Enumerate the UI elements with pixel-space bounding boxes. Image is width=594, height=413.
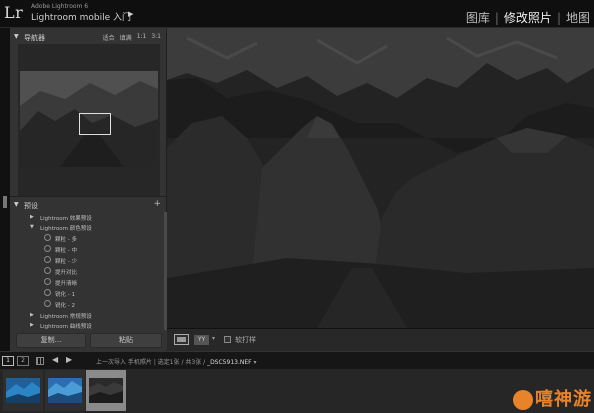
chevron-down-icon[interactable]: ▾ [212,335,215,342]
panel-divider [10,196,167,197]
expand-triangle-icon[interactable]: ▶ [30,312,34,318]
before-after-icon[interactable]: YY [194,335,209,345]
thumbnail-image [48,378,82,403]
module-map[interactable]: 地图 [566,9,590,26]
next-arrow-icon[interactable]: ▶ [66,355,72,364]
left-panel-edge[interactable] [0,28,10,351]
navigator-photo[interactable] [20,71,158,167]
copy-button[interactable]: 复制... [16,333,86,348]
collapse-triangle-icon[interactable]: ▼ [14,33,19,40]
top-bar: Lr Adobe Lightroom 6 Lightroom mobile 入门… [0,0,594,28]
play-icon[interactable]: ▶ [128,10,133,18]
left-panel: ▼ 导航器 适合 填满 1:1 3:1 ▼ 预设 + ▶ Lightroom 效… [10,28,167,351]
identity-plate[interactable]: Lightroom mobile 入门 [31,10,131,23]
preset-icon [44,267,51,274]
lightroom-logo: Lr [4,3,24,22]
filmstrip: 嘻神游 [0,369,594,413]
filmstrip-thumbnail[interactable] [45,370,85,411]
preset-label: 提升清晰 [55,281,78,287]
navigator-title: 导航器 [24,34,45,42]
watermark: 嘻神游 [513,385,592,411]
develop-toolbar: YY ▾ 软打样 [167,328,594,351]
preset-folder-label: Lightroom 常规预设 [40,314,92,320]
preset-icon [44,278,51,285]
chevron-down-icon[interactable]: ▾ [252,359,257,366]
grid-view-icon[interactable] [36,357,44,365]
main-photo[interactable] [167,28,594,328]
preset-icon [44,245,51,252]
collapse-triangle-icon[interactable]: ▼ [30,224,34,230]
presets-title: 预设 [24,202,38,210]
preset-icon [44,234,51,241]
watermark-logo-icon [513,390,533,410]
preset-icon [44,256,51,263]
zoom-fit[interactable]: 适合 [103,33,115,42]
preset-label: 提升对比 [55,270,78,276]
product-version: Adobe Lightroom 6 [31,3,89,10]
source-path-text: 上一次导入 手机照片 | 选定1张 / 共3张 / [96,359,208,366]
module-picker: 图库 | 修改照片 | 地图 [466,9,590,26]
preset-label: 锐化 - 2 [55,303,75,309]
preset-icon [44,300,51,307]
zoom-1-1[interactable]: 1:1 [137,33,147,42]
preset-folder-label: Lightroom 颜色预设 [40,226,92,232]
filmstrip-thumbnail[interactable] [3,370,43,411]
primary-display-button[interactable]: 1 [2,356,14,366]
softproof-checkbox[interactable] [224,336,231,343]
module-library[interactable]: 图库 [466,9,490,26]
thumbnail-image [6,378,40,403]
collapse-triangle-icon[interactable]: ▼ [14,201,19,208]
preset-folder-label: Lightroom 曲线预设 [40,324,92,330]
module-develop[interactable]: 修改照片 [504,9,552,26]
watermark-text: 嘻神游 [535,389,592,410]
module-separator: | [556,10,561,25]
prev-arrow-icon[interactable]: ◀ [52,355,58,364]
preset-folder-label: Lightroom 效果预设 [40,216,92,222]
preset-label: 颗粒 - 中 [55,248,77,254]
zoom-levels: 适合 填满 1:1 3:1 [103,33,161,42]
paste-button[interactable]: 粘贴 [90,333,162,348]
add-preset-icon[interactable]: + [153,199,161,209]
filmstrip-thumbnail-selected[interactable] [86,370,126,411]
thumbnail-image [89,378,123,403]
preset-label: 颗粒 - 多 [55,237,77,243]
expand-triangle-icon[interactable]: ▶ [30,214,34,220]
zoom-3-1[interactable]: 3:1 [151,33,161,42]
preset-icon [44,289,51,296]
filmstrip-source-path[interactable]: 上一次导入 手机照片 | 选定1张 / 共3张 / _DSC5913.NEF ▾ [96,357,257,366]
copy-paste-bar: 复制... 粘贴 [10,330,167,350]
preset-label: 颗粒 - 少 [55,259,77,265]
current-filename: _DSC5913.NEF [207,359,252,366]
zoom-fill[interactable]: 填满 [120,33,132,42]
navigator-preview[interactable] [18,44,160,196]
loupe-view-icon[interactable] [174,334,189,345]
main-photo-image [167,28,594,328]
expand-triangle-icon[interactable]: ▶ [30,322,34,328]
filmstrip-header: 1 2 ◀ ▶ 上一次导入 手机照片 | 选定1张 / 共3张 / _DSC59… [0,351,594,369]
navigator-header[interactable]: ▼ 导航器 适合 填满 1:1 3:1 [10,30,167,44]
panel-collapse-handle[interactable] [3,196,7,208]
secondary-display-button[interactable]: 2 [17,356,29,366]
preset-label: 锐化 - 1 [55,292,75,298]
presets-header[interactable]: ▼ 预设 + [10,198,167,212]
navigator-zoom-rect[interactable] [79,113,111,135]
softproof-label: 软打样 [235,336,256,344]
module-separator: | [494,10,499,25]
